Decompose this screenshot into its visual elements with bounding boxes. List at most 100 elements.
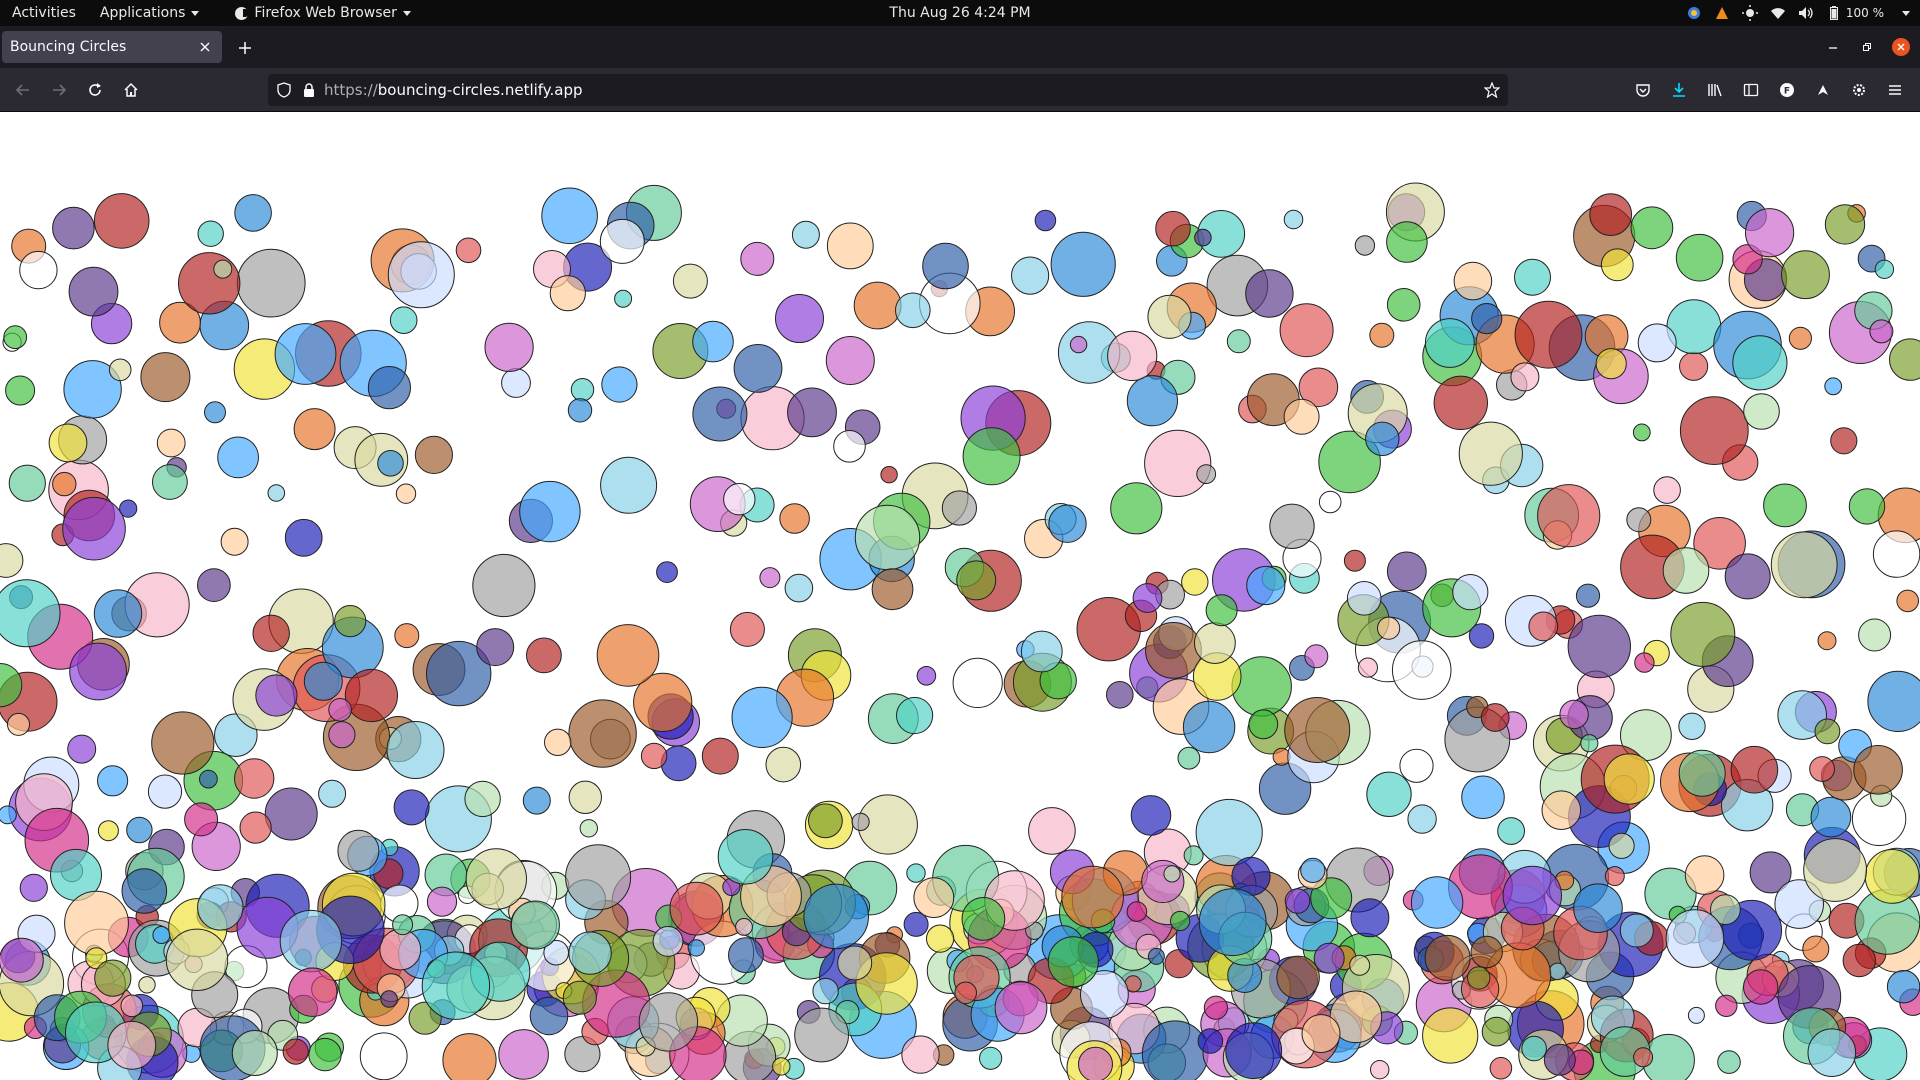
app-menu-button[interactable] bbox=[1882, 77, 1908, 103]
bouncing-circle bbox=[1824, 377, 1843, 396]
bouncing-circle bbox=[1343, 549, 1366, 572]
bouncing-circle bbox=[1589, 193, 1633, 236]
system-menu-button[interactable] bbox=[1896, 0, 1910, 26]
bouncing-circle bbox=[1603, 753, 1655, 805]
activities-button[interactable]: Activities bbox=[0, 0, 88, 26]
bouncing-circle bbox=[775, 294, 824, 343]
bouncing-circle bbox=[380, 990, 398, 1008]
sidebar-button[interactable] bbox=[1738, 77, 1764, 103]
bouncing-circle bbox=[501, 368, 531, 398]
bouncing-circle bbox=[1480, 703, 1510, 732]
bouncing-circle bbox=[1514, 300, 1583, 369]
applications-menu[interactable]: Applications bbox=[88, 0, 212, 26]
bouncing-circle bbox=[1715, 994, 1738, 1017]
restore-window-button[interactable] bbox=[1858, 38, 1876, 56]
bouncing-circle bbox=[393, 789, 430, 826]
bouncing-circle bbox=[1141, 859, 1185, 904]
bouncing-circle bbox=[387, 241, 455, 309]
bouncing-circle bbox=[1453, 261, 1493, 301]
home-button[interactable] bbox=[118, 77, 144, 103]
url-text[interactable]: https://bouncing-circles.netlify.app bbox=[324, 81, 583, 99]
bouncing-circle bbox=[465, 848, 527, 910]
night-light-icon[interactable] bbox=[1741, 5, 1758, 21]
bouncing-circle bbox=[255, 674, 298, 717]
reload-button[interactable] bbox=[82, 77, 108, 103]
vlc-icon[interactable] bbox=[1714, 5, 1730, 21]
bouncing-circle bbox=[274, 323, 337, 385]
minimize-window-button[interactable] bbox=[1824, 38, 1842, 56]
bouncing-circle bbox=[565, 844, 632, 911]
library-button[interactable] bbox=[1702, 77, 1728, 103]
close-tab-icon[interactable] bbox=[194, 36, 216, 58]
pocket-button[interactable] bbox=[1630, 77, 1656, 103]
clock[interactable]: Thu Aug 26 4:24 PM bbox=[889, 5, 1030, 21]
bookmark-star-icon[interactable] bbox=[1484, 82, 1500, 98]
bouncing-circle bbox=[1665, 909, 1725, 968]
library-icon bbox=[1708, 84, 1722, 97]
wifi-icon[interactable] bbox=[1770, 5, 1786, 21]
bouncing-circle bbox=[152, 464, 188, 500]
bouncing-circle bbox=[728, 937, 764, 974]
bouncing-circle bbox=[1177, 746, 1201, 770]
bouncing-circle bbox=[614, 289, 633, 308]
bouncing-circle bbox=[1130, 795, 1172, 836]
bouncing-circle bbox=[1489, 1056, 1513, 1080]
volume-icon[interactable] bbox=[1798, 5, 1814, 21]
back-button[interactable] bbox=[10, 77, 36, 103]
app-indicator-icon[interactable] bbox=[1686, 5, 1702, 21]
bouncing-circle bbox=[264, 787, 318, 841]
battery-icon bbox=[1826, 5, 1842, 21]
bouncing-circle bbox=[1632, 423, 1651, 442]
bouncing-circle bbox=[1313, 942, 1345, 974]
downloads-icon bbox=[1673, 83, 1685, 97]
bouncing-circle bbox=[1869, 319, 1894, 344]
bouncing-circle bbox=[284, 518, 323, 557]
tab-bouncing-circles[interactable]: Bouncing Circles bbox=[2, 31, 222, 63]
bouncing-circle bbox=[1543, 1043, 1576, 1076]
bouncing-circle bbox=[826, 222, 874, 270]
bouncing-circle bbox=[526, 637, 562, 674]
hamburger-menu-icon bbox=[1889, 85, 1901, 95]
bouncing-circle bbox=[303, 661, 343, 701]
bouncing-circle bbox=[126, 816, 153, 844]
bouncing-circle bbox=[562, 980, 597, 1015]
app-menu[interactable]: Firefox Web Browser bbox=[223, 0, 423, 26]
tracking-shield-icon[interactable] bbox=[276, 82, 292, 98]
downloads-button[interactable] bbox=[1666, 77, 1692, 103]
bouncing-circle bbox=[791, 220, 820, 249]
system-tray[interactable]: 100 % bbox=[1686, 0, 1910, 26]
bouncing-circle bbox=[851, 812, 870, 832]
bouncing-circle bbox=[731, 686, 793, 749]
bouncing-circle bbox=[282, 1038, 309, 1065]
address-bar[interactable]: https://bouncing-circles.netlify.app bbox=[268, 74, 1508, 106]
lock-icon[interactable] bbox=[302, 82, 316, 98]
bouncing-circle bbox=[67, 734, 97, 764]
bouncing-circle bbox=[853, 281, 902, 330]
bouncing-circle bbox=[1181, 568, 1209, 596]
new-tab-button[interactable] bbox=[232, 35, 258, 61]
bouncing-circle bbox=[178, 252, 241, 315]
bouncing-circle bbox=[1679, 396, 1749, 466]
bouncing-circle bbox=[1346, 581, 1382, 616]
bouncing-circle bbox=[994, 981, 1048, 1035]
bouncing-circle bbox=[344, 668, 398, 723]
forward-button[interactable] bbox=[46, 77, 72, 103]
bouncing-circle bbox=[197, 220, 224, 247]
bouncing-circle bbox=[601, 366, 638, 403]
bouncing-circle bbox=[48, 423, 88, 463]
bouncing-circle bbox=[3, 325, 28, 350]
bouncing-circle bbox=[7, 712, 30, 736]
extension-button[interactable] bbox=[1810, 77, 1836, 103]
bouncing-circle bbox=[0, 543, 24, 578]
battery-indicator[interactable]: 100 % bbox=[1826, 5, 1884, 21]
bouncing-circle bbox=[954, 981, 978, 1005]
bouncing-circle bbox=[472, 553, 536, 618]
extension-gear-button[interactable] bbox=[1846, 77, 1872, 103]
app-menu-label: Firefox Web Browser bbox=[254, 5, 397, 21]
bouncing-circle bbox=[1069, 335, 1088, 354]
bouncing-circle bbox=[1788, 326, 1813, 350]
bouncing-circle bbox=[1510, 362, 1540, 392]
close-window-button[interactable] bbox=[1892, 38, 1910, 56]
url-host: bouncing-circles.netlify.app bbox=[377, 81, 583, 99]
account-button[interactable]: F bbox=[1774, 77, 1800, 103]
